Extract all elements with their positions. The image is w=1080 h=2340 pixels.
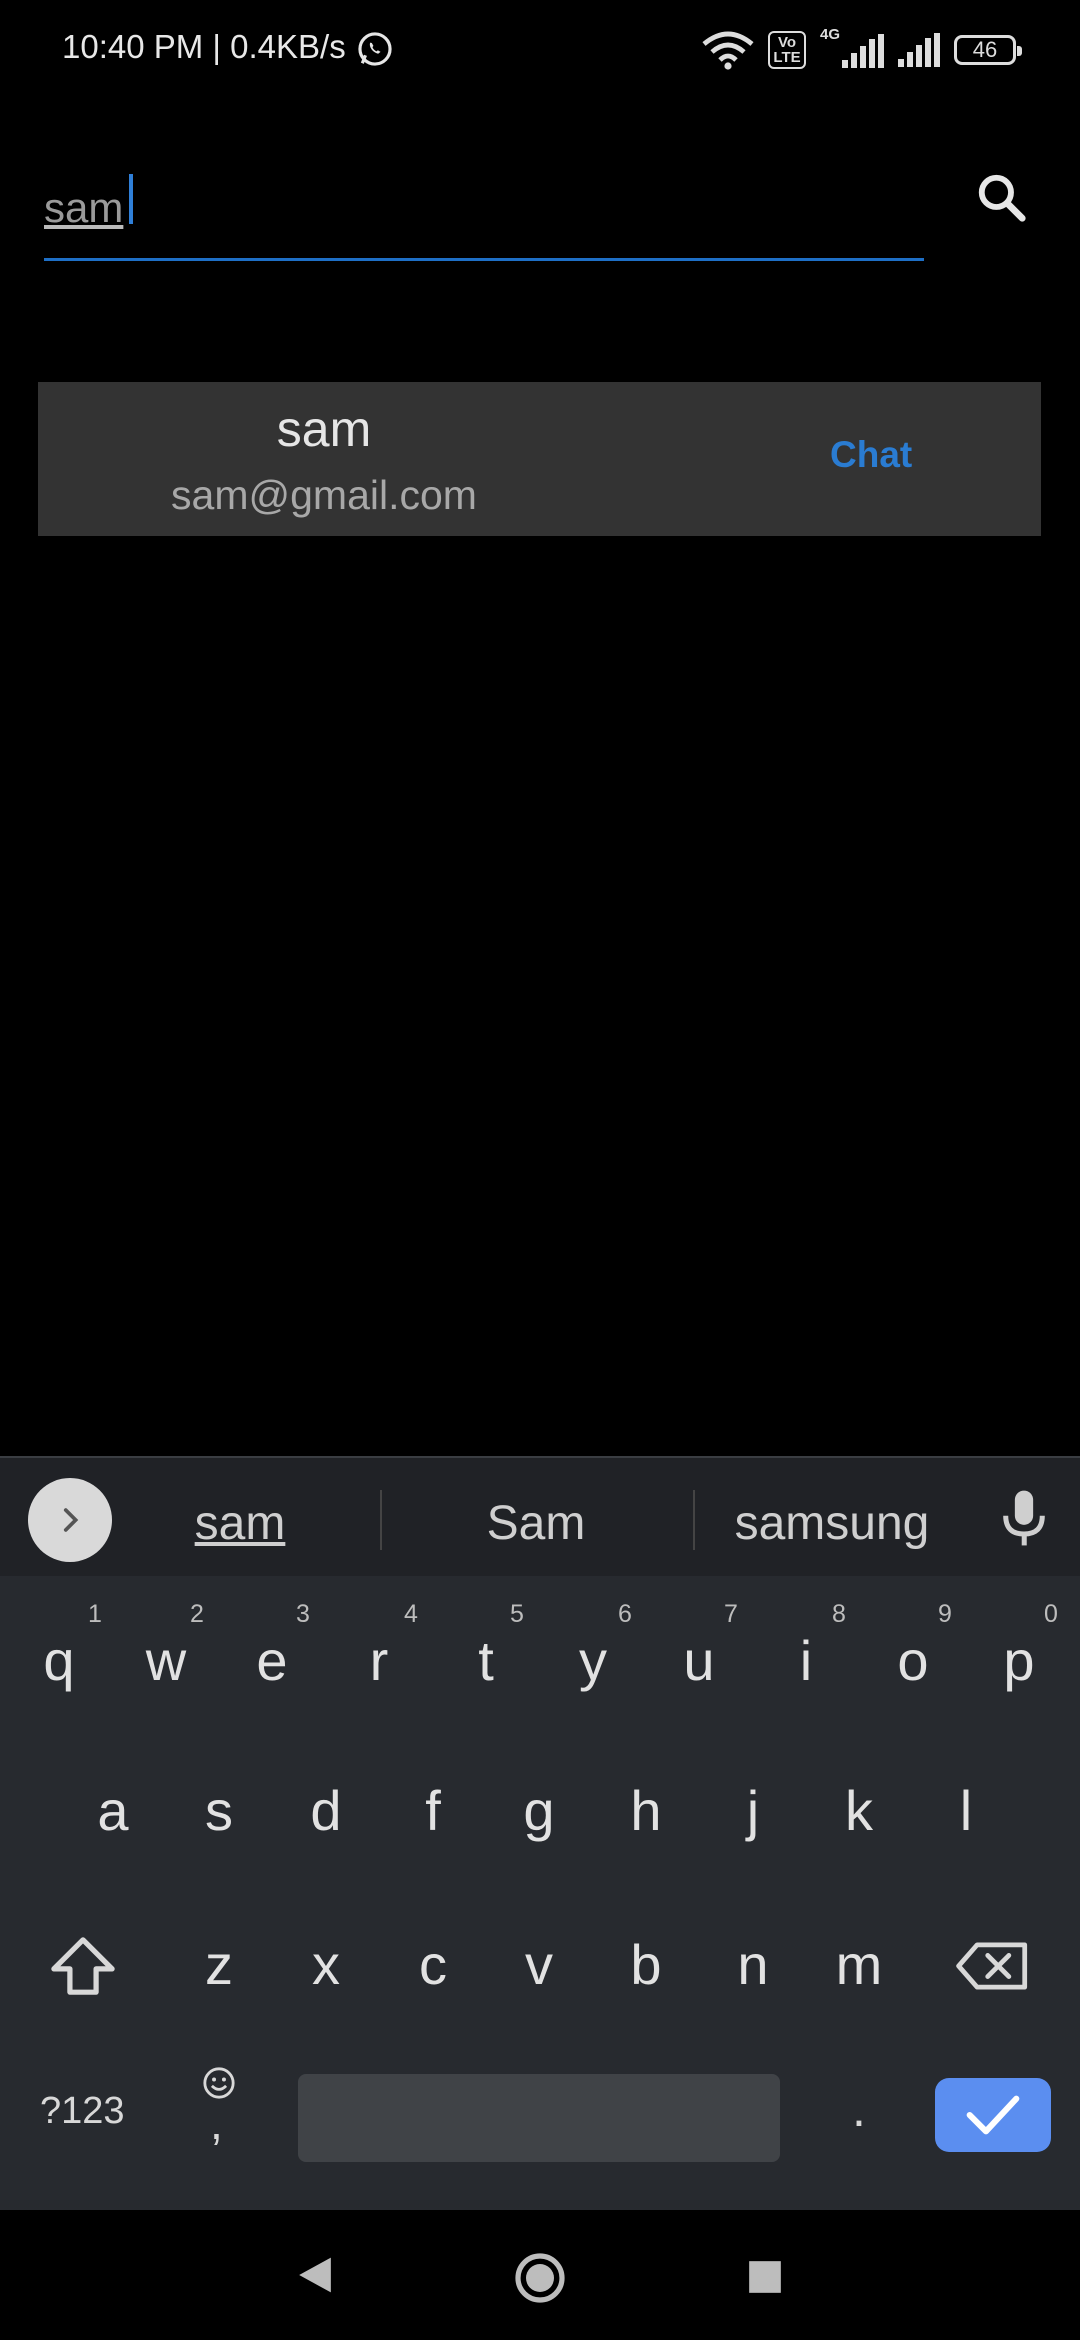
status-time: 10:40 PM | 0.4KB/s <box>62 28 346 65</box>
suggestion-1[interactable]: sam <box>100 1496 380 1551</box>
key-n[interactable]: n <box>708 1932 798 1997</box>
key-i[interactable]: i <box>761 1628 851 1693</box>
chat-button[interactable]: Chat <box>830 434 912 476</box>
home-icon[interactable] <box>514 2252 566 2304</box>
wifi-icon <box>702 31 754 70</box>
key-v[interactable]: v <box>494 1932 584 1997</box>
status-right: Vo LTE 4G 46 <box>702 26 1022 72</box>
key-x[interactable]: x <box>281 1932 371 1997</box>
comma-label: , <box>210 2097 223 2149</box>
suggestion-strip: sam Sam samsung <box>0 1456 1080 1576</box>
key-k[interactable]: k <box>814 1778 904 1843</box>
symbols-key[interactable]: ?123 <box>40 2090 125 2133</box>
emoji-comma-key[interactable]: , <box>196 2066 244 2149</box>
user-email: sam@gmail.com <box>171 472 477 518</box>
shift-key[interactable] <box>48 1934 124 2004</box>
battery-level: 46 <box>972 37 998 62</box>
hint-0: 0 <box>1044 1600 1058 1628</box>
battery-icon: 46 <box>954 35 1022 65</box>
suggestion-3[interactable]: samsung <box>692 1496 972 1551</box>
hint-1: 1 <box>88 1600 102 1628</box>
user-result-row[interactable]: sam sam@gmail.com Chat <box>38 382 1041 536</box>
hint-7: 7 <box>724 1600 738 1628</box>
key-o[interactable]: o <box>868 1628 958 1693</box>
status-bar: 10:40 PM | 0.4KB/s Vo LTE 4G 46 <box>0 0 1080 100</box>
key-g[interactable]: g <box>494 1778 584 1843</box>
user-name: sam <box>276 401 372 457</box>
suggestion-divider <box>380 1490 382 1550</box>
hint-9: 9 <box>938 1600 952 1628</box>
hint-3: 3 <box>296 1600 310 1628</box>
search-icon <box>978 174 1026 222</box>
backspace-key[interactable] <box>956 1938 1032 2002</box>
chevron-right-icon <box>63 1508 79 1532</box>
signal-4g-icon: 4G <box>820 26 884 70</box>
soft-keyboard: sam Sam samsung q w e r t y u i o p 1 2 … <box>0 1456 1080 2210</box>
shift-icon <box>51 1937 115 1995</box>
key-y[interactable]: y <box>548 1628 638 1693</box>
key-m[interactable]: m <box>814 1932 904 1997</box>
key-t[interactable]: t <box>441 1628 531 1693</box>
hint-8: 8 <box>832 1600 846 1628</box>
key-j[interactable]: j <box>708 1778 798 1843</box>
key-a[interactable]: a <box>68 1778 158 1843</box>
key-f[interactable]: f <box>388 1778 478 1843</box>
backspace-icon <box>956 1942 1028 1990</box>
search-button[interactable] <box>964 160 1040 236</box>
signal-bars-2 <box>898 33 940 67</box>
key-b[interactable]: b <box>601 1932 691 1997</box>
signal-bars-1 <box>842 34 884 68</box>
emoji-icon <box>203 2067 235 2099</box>
key-s[interactable]: s <box>174 1778 264 1843</box>
key-w[interactable]: w <box>121 1628 211 1693</box>
hint-2: 2 <box>190 1600 204 1628</box>
key-p[interactable]: p <box>974 1628 1064 1693</box>
checkmark-icon <box>966 2095 1020 2135</box>
period-key[interactable]: . <box>852 2080 866 2138</box>
key-r[interactable]: r <box>334 1628 424 1693</box>
microphone-icon[interactable] <box>996 1486 1052 1550</box>
hint-6: 6 <box>618 1600 632 1628</box>
key-l[interactable]: l <box>921 1778 1011 1843</box>
volte-badge: Vo LTE <box>768 31 806 69</box>
space-bar[interactable] <box>298 2074 780 2162</box>
hint-5: 5 <box>510 1600 524 1628</box>
hint-4: 4 <box>404 1600 418 1628</box>
key-z[interactable]: z <box>174 1932 264 1997</box>
network-type: 4G <box>820 26 841 43</box>
key-e[interactable]: e <box>227 1628 317 1693</box>
key-u[interactable]: u <box>654 1628 744 1693</box>
key-c[interactable]: c <box>388 1932 478 1997</box>
text-caret <box>129 174 133 224</box>
navigation-bar <box>0 2210 1080 2340</box>
whatsapp-icon <box>358 32 392 66</box>
recents-icon[interactable] <box>746 2258 784 2296</box>
key-h[interactable]: h <box>601 1778 691 1843</box>
key-d[interactable]: d <box>281 1778 371 1843</box>
search-input[interactable] <box>44 165 924 261</box>
suggestion-2[interactable]: Sam <box>396 1496 676 1551</box>
key-q[interactable]: q <box>14 1628 104 1693</box>
enter-key[interactable] <box>935 2078 1051 2152</box>
back-icon[interactable] <box>296 2254 334 2296</box>
